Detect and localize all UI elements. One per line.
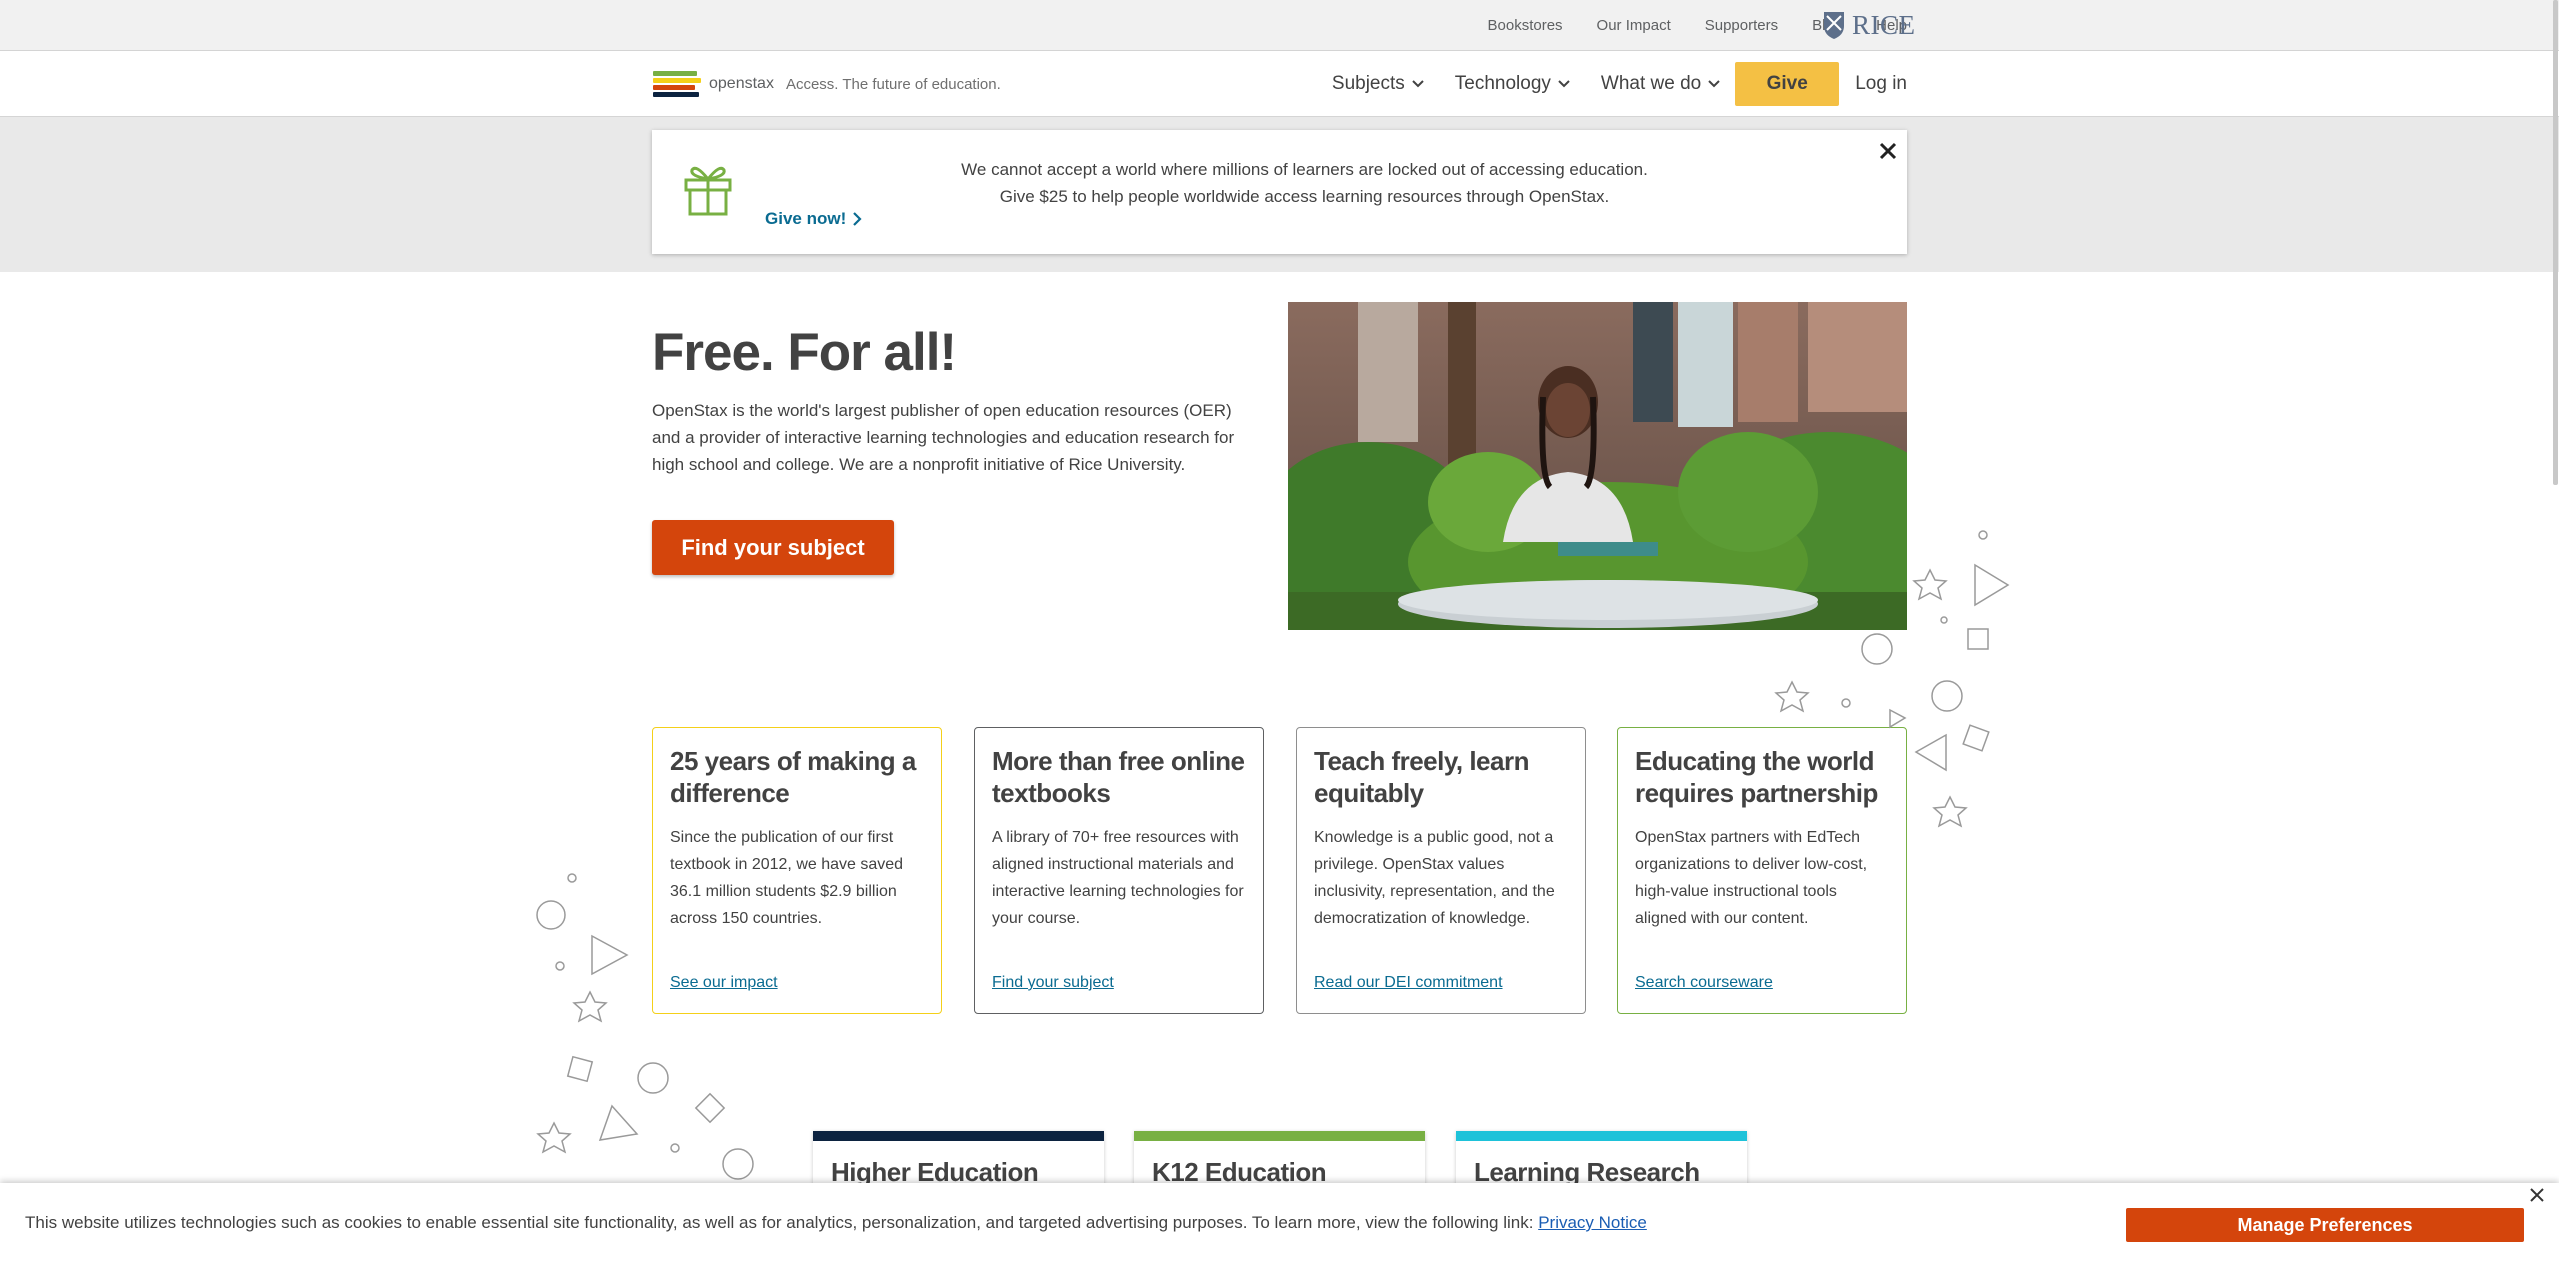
banner-message-line2: Give $25 to help people worldwide access…: [999, 187, 1610, 206]
manage-preferences-button[interactable]: Manage Preferences: [2126, 1208, 2524, 1242]
utility-link-our-impact[interactable]: Our Impact: [1597, 17, 1671, 34]
card-title: 25 years of making a difference: [670, 746, 916, 808]
rice-wordmark: RICE: [1852, 9, 1916, 40]
banner-message: We cannot accept a world where millions …: [872, 156, 1737, 210]
card-title: Teach freely, learn equitably: [1314, 746, 1529, 808]
brand-name: openstax: [709, 75, 774, 92]
search-courseware-link[interactable]: Search courseware: [1635, 974, 1773, 992]
card-body: Since the publication of our first textb…: [670, 829, 904, 927]
page-scrollbar[interactable]: [2553, 0, 2558, 485]
card-body: OpenStax partners with EdTech organizati…: [1635, 829, 1868, 927]
tile-color-bar: [813, 1131, 1104, 1141]
privacy-notice-link[interactable]: Privacy Notice: [1538, 1213, 1647, 1232]
gift-icon: [684, 166, 732, 216]
card-body: Knowledge is a public good, not a privil…: [1314, 829, 1555, 927]
card-title: Educating the world requires partnership: [1635, 746, 1878, 808]
cookie-consent-bar: This website utilizes technologies such …: [0, 1183, 2559, 1270]
rice-logo[interactable]: RICE: [1822, 10, 1916, 40]
value-card-partnership: Educating the world requires partnership…: [1617, 727, 1907, 1014]
give-now-label: Give now!: [765, 209, 847, 228]
brand-tagline: Access. The future of education.: [785, 75, 1001, 93]
nav-technology-label: Technology: [1454, 73, 1551, 94]
hero-description: OpenStax is the world's largest publishe…: [652, 401, 1235, 474]
value-card-equity: Teach freely, learn equitably Knowledge …: [1296, 727, 1586, 1014]
tile-color-bar: [1456, 1131, 1747, 1141]
student-photo-illustration: [1288, 302, 1907, 630]
chevron-right-icon: [853, 212, 862, 226]
chevron-down-icon: [1708, 80, 1720, 88]
give-now-link[interactable]: Give now!: [765, 209, 862, 229]
tile-color-bar: [1134, 1131, 1425, 1141]
give-button[interactable]: Give: [1735, 62, 1840, 106]
hero-title: Free. For all!: [652, 323, 957, 382]
main-nav: openstax Access. The future of education…: [0, 51, 2559, 117]
nav-subjects-label: Subjects: [1331, 73, 1405, 94]
nav-menu: Subjects Technology What we do Give Log …: [1302, 62, 1907, 106]
donation-banner-band: Give now! We cannot accept a world where…: [0, 117, 2559, 272]
value-card-impact: 25 years of making a difference Since th…: [652, 727, 942, 1014]
find-your-subject-link[interactable]: Find your subject: [992, 974, 1114, 992]
nav-subjects[interactable]: Subjects: [1332, 73, 1425, 95]
utility-link-supporters[interactable]: Supporters: [1705, 17, 1778, 34]
close-icon[interactable]: [1875, 138, 1901, 164]
donation-banner: Give now! We cannot accept a world where…: [652, 130, 1907, 254]
cookie-text: This website utilizes technologies such …: [25, 1213, 1534, 1232]
value-card-textbooks: More than free online textbooks A librar…: [974, 727, 1264, 1014]
nav-what-we-do[interactable]: What we do: [1601, 73, 1721, 95]
find-your-subject-button[interactable]: Find your subject: [652, 520, 894, 575]
read-dei-commitment-link[interactable]: Read our DEI commitment: [1314, 974, 1503, 992]
chevron-down-icon: [1558, 80, 1570, 88]
utility-bar: Bookstores Our Impact Supporters Blog He…: [0, 0, 2559, 51]
login-link[interactable]: Log in: [1855, 73, 1907, 95]
chevron-down-icon: [1412, 80, 1424, 88]
close-icon[interactable]: [2528, 1186, 2546, 1204]
banner-message-line1: We cannot accept a world where millions …: [961, 160, 1648, 179]
see-our-impact-link[interactable]: See our impact: [670, 974, 778, 992]
rice-shield-icon: [1824, 12, 1844, 39]
cookie-message: This website utilizes technologies such …: [25, 1213, 1647, 1233]
hero-photo: [1288, 302, 1907, 630]
card-title: More than free online textbooks: [992, 746, 1245, 808]
utility-link-bookstores[interactable]: Bookstores: [1488, 17, 1563, 34]
card-body: A library of 70+ free resources with ali…: [992, 829, 1244, 927]
nav-technology[interactable]: Technology: [1455, 73, 1571, 95]
nav-what-we-do-label: What we do: [1600, 73, 1702, 94]
openstax-logo[interactable]: openstax Access. The future of education…: [653, 68, 1001, 100]
openstax-books-icon: [653, 68, 701, 100]
